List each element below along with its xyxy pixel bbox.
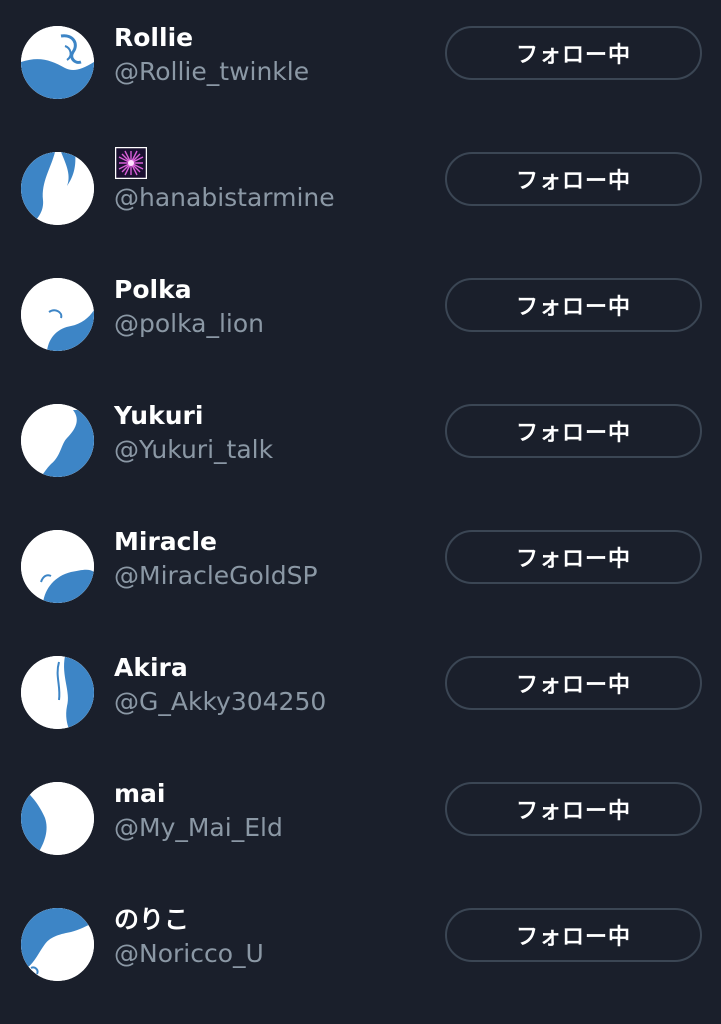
avatar[interactable] <box>21 278 94 351</box>
user-row[interactable]: Polka @polka_lion フォロー中 <box>0 252 721 378</box>
following-button[interactable]: フォロー中 <box>445 152 702 206</box>
profile-avatar-icon <box>21 908 94 981</box>
following-button[interactable]: フォロー中 <box>445 908 702 962</box>
user-handle: @MiracleGoldSP <box>114 561 318 590</box>
avatar[interactable] <box>21 404 94 477</box>
user-handle: @Rollie_twinkle <box>114 57 310 86</box>
profile-avatar-icon <box>21 656 94 729</box>
user-row[interactable]: mai @My_Mai_Eld フォロー中 <box>0 756 721 882</box>
display-name: Yukuri <box>114 401 204 430</box>
user-row[interactable]: のりこ @Noricco_U フォロー中 <box>0 882 721 1008</box>
profile-avatar-icon <box>21 278 94 351</box>
display-name: のりこ <box>114 905 190 934</box>
avatar[interactable] <box>21 530 94 603</box>
profile-avatar-icon <box>21 152 94 225</box>
user-row[interactable]: @hanabistarmine フォロー中 <box>0 126 721 252</box>
user-row[interactable]: Akira @G_Akky304250 フォロー中 <box>0 630 721 756</box>
avatar[interactable] <box>21 782 94 855</box>
user-handle: @My_Mai_Eld <box>114 813 283 842</box>
avatar[interactable] <box>21 656 94 729</box>
following-button[interactable]: フォロー中 <box>445 782 702 836</box>
user-handle: @polka_lion <box>114 309 264 338</box>
profile-avatar-icon <box>21 530 94 603</box>
following-button[interactable]: フォロー中 <box>445 26 702 80</box>
user-handle: @G_Akky304250 <box>114 687 327 716</box>
display-name: Miracle <box>114 527 217 556</box>
profile-avatar-icon <box>21 782 94 855</box>
avatar[interactable] <box>21 26 94 99</box>
following-button[interactable]: フォロー中 <box>445 530 702 584</box>
following-list: Rollie @Rollie_twinkle フォロー中 @hanabistar… <box>0 0 721 1024</box>
display-name: Rollie <box>114 23 194 52</box>
avatar[interactable] <box>21 152 94 225</box>
following-button[interactable]: フォロー中 <box>445 404 702 458</box>
user-row[interactable]: Yukuri @Yukuri_talk フォロー中 <box>0 378 721 504</box>
user-row[interactable]: Rollie @Rollie_twinkle フォロー中 <box>0 0 721 126</box>
following-button[interactable]: フォロー中 <box>445 278 702 332</box>
user-handle: @hanabistarmine <box>114 183 335 212</box>
fireworks-emoji-icon <box>115 147 147 179</box>
user-handle: @Yukuri_talk <box>114 435 274 464</box>
following-button[interactable]: フォロー中 <box>445 656 702 710</box>
user-handle: @Noricco_U <box>114 939 264 968</box>
profile-avatar-icon <box>21 404 94 477</box>
display-name: mai <box>114 779 166 808</box>
display-name: Akira <box>114 653 188 682</box>
user-row[interactable]: Miracle @MiracleGoldSP フォロー中 <box>0 504 721 630</box>
display-name: Polka <box>114 275 192 304</box>
profile-avatar-icon <box>21 26 94 99</box>
avatar[interactable] <box>21 908 94 981</box>
